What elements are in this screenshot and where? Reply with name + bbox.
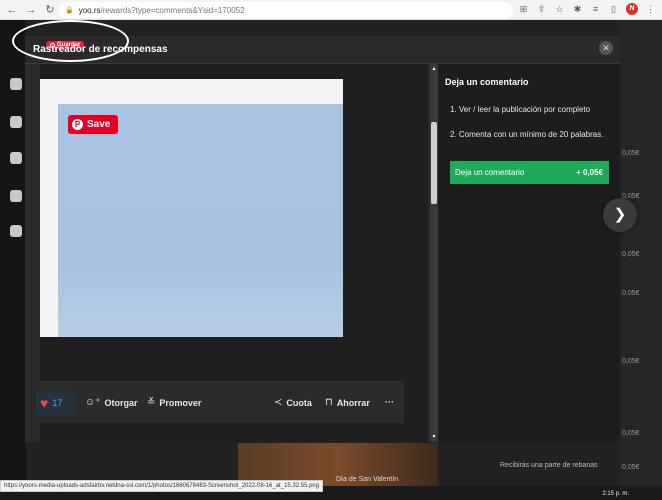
clock-icon	[10, 152, 22, 164]
more-button[interactable]: ···	[385, 397, 394, 407]
more-icon: ···	[385, 397, 394, 407]
content-scrollbar[interactable]	[430, 64, 438, 442]
bell-icon	[10, 190, 22, 202]
back-icon[interactable]: ←	[5, 3, 19, 17]
menu-icon[interactable]: ⋮	[645, 4, 656, 15]
add-icon	[10, 116, 22, 128]
chevron-right-icon: ❯	[613, 206, 627, 223]
bookmark-label: Ahorrar	[336, 397, 370, 408]
task-step: 1. Ver / leer la publicación por complet…	[450, 105, 591, 114]
next-post-button[interactable]: ❯	[603, 198, 637, 232]
translate-icon[interactable]: ⊞	[518, 4, 529, 15]
like-count: 17	[52, 398, 63, 408]
browser-toolbar: ← → ↻ 🔒 yoo.rs/rewards?type=comments&Ysi…	[0, 0, 662, 20]
panel-title: Deja un comentario	[445, 77, 529, 87]
award-button[interactable]: ☺⁺ Otorgar	[85, 397, 138, 408]
address-bar[interactable]: 🔒 yoo.rs/rewards?type=comments&Ysid=1700…	[58, 2, 513, 18]
scrollbar-thumb[interactable]	[431, 122, 437, 204]
star-icon[interactable]: ☆	[554, 4, 565, 15]
url-host: yoo.rs	[78, 5, 101, 15]
heart-icon: ♥	[40, 395, 49, 411]
pin-save-label: Save	[87, 119, 111, 130]
highlight-ellipse	[12, 20, 129, 62]
comment-reward-amount: + 0,05€	[576, 168, 603, 177]
scroll-up-icon[interactable]: ▲	[431, 66, 437, 72]
reading-list-icon[interactable]: ≡	[590, 4, 601, 15]
pinterest-save-button[interactable]: P Save	[68, 115, 118, 134]
profile-avatar[interactable]: N	[626, 3, 638, 15]
trophy-icon	[10, 225, 22, 237]
search-icon	[10, 78, 22, 90]
lock-icon: 🔒	[65, 7, 74, 14]
bookmark-icon: ⊓	[325, 397, 333, 408]
bg-price: 0,05€	[622, 290, 640, 297]
promote-icon: ≚	[147, 397, 156, 408]
bg-price: 0,05€	[622, 430, 640, 437]
os-taskbar	[0, 492, 662, 500]
like-button[interactable]: ♥ 17	[36, 391, 76, 415]
sidepanel-icon[interactable]: ▯	[608, 4, 619, 15]
background-note: Recibirás una parte de rebanas	[500, 462, 598, 469]
bg-price: 0,05€	[622, 464, 640, 471]
award-icon: ☺⁺	[85, 397, 101, 408]
url-path: /rewards?type=comments&Ysid=170052	[100, 5, 245, 15]
reload-icon[interactable]: ↻	[43, 3, 57, 17]
share-icon: ≺	[274, 397, 283, 408]
award-label: Otorgar	[104, 397, 138, 408]
share-button[interactable]: ≺ Cuota	[274, 397, 312, 408]
task-step: 2. Comenta con un mínimo de 20 palabras.	[450, 130, 604, 139]
bg-price: 0,05€	[622, 150, 640, 157]
promote-button[interactable]: ≚ Promover	[147, 397, 201, 408]
leave-comment-button[interactable]: Deja un comentario + 0,05€	[450, 161, 609, 184]
scroll-down-icon[interactable]: ▼	[431, 434, 437, 440]
share-icon[interactable]: ⇪	[536, 4, 547, 15]
close-button[interactable]: ✕	[599, 41, 613, 55]
comment-button-label: Deja un comentario	[455, 168, 525, 177]
taskbar-clock: 2:15 p. m.	[602, 491, 629, 497]
bg-price: 0,05€	[622, 358, 640, 365]
share-label: Cuota	[286, 397, 312, 408]
background-caption: Día de San Valentín	[336, 476, 399, 483]
extensions-icon[interactable]: ✱	[572, 4, 583, 15]
forward-icon[interactable]: →	[24, 3, 38, 17]
post-image[interactable]	[58, 104, 343, 337]
promote-label: Promover	[159, 397, 202, 408]
bookmark-button[interactable]: ⊓ Ahorrar	[325, 397, 370, 408]
background-sidebar	[0, 20, 26, 486]
comment-task-panel	[438, 64, 620, 442]
pinterest-icon: P	[72, 119, 83, 130]
link-status-bar: https://yoors-media-uploads-adsfairbv.ne…	[0, 480, 324, 492]
bg-price: 0,05€	[622, 251, 640, 258]
